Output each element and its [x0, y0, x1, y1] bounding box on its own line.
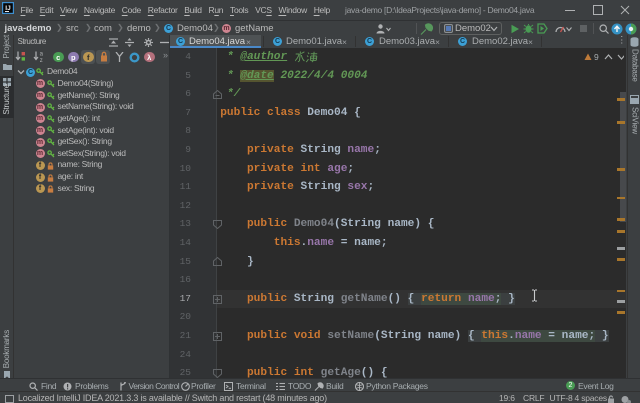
svg-text:a: a — [40, 52, 44, 58]
svg-text:z: z — [40, 58, 43, 62]
svg-text:IJ: IJ — [5, 5, 11, 12]
